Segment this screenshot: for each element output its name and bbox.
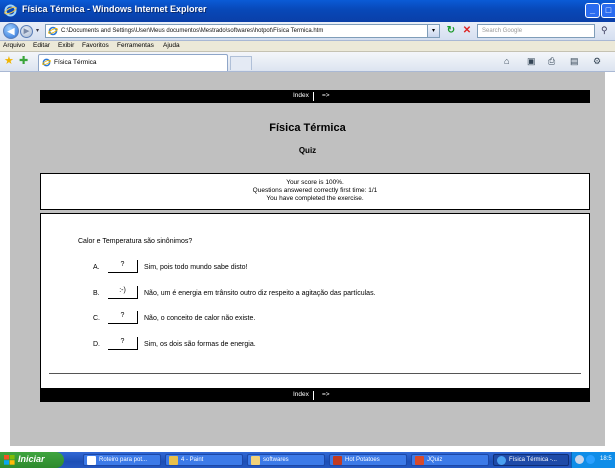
answer-c-button[interactable]: ?	[108, 311, 138, 324]
task-label: Roteiro para pot...	[99, 457, 148, 463]
window-titlebar: Física Térmica - Windows Internet Explor…	[0, 0, 615, 22]
start-label: Iniciar	[18, 454, 45, 464]
feeds-icon[interactable]: ▣	[527, 56, 536, 67]
menu-editar[interactable]: Editar	[33, 42, 50, 49]
bottom-nav-bar: Index =>	[40, 389, 590, 402]
paint-icon	[169, 456, 178, 465]
first-time-line: Questions answered correctly first time:…	[252, 187, 378, 194]
ie-logo-icon	[4, 4, 17, 17]
answer-text: Sim, os dois são formas de energia.	[144, 341, 256, 348]
answer-text: Sim, pois todo mundo sabe disto!	[144, 264, 248, 271]
ie-icon	[497, 456, 506, 465]
task-label: softwares	[263, 457, 289, 463]
menu-favoritos[interactable]: Favoritos	[82, 42, 109, 49]
minimize-icon: _	[589, 5, 595, 15]
tab-fisica-termica[interactable]: Física Térmica	[38, 54, 228, 71]
page-menu-icon[interactable]: ▤	[570, 56, 579, 67]
jquiz-icon	[415, 456, 424, 465]
minimize-button[interactable]: _	[585, 3, 600, 18]
address-dropdown-button[interactable]: ▾	[427, 25, 439, 37]
score-line: Your score is 100%.	[286, 179, 344, 186]
answer-text: Não, o conceito de calor não existe.	[144, 315, 256, 322]
answer-letter: A.	[93, 264, 100, 271]
answer-b-button[interactable]: :-)	[108, 286, 138, 299]
page-subtitle: Quiz	[298, 146, 317, 155]
task-label: Física Térmica -...	[509, 457, 557, 463]
maximize-button[interactable]: □	[601, 3, 615, 18]
ie-page-icon	[42, 58, 51, 67]
answer-text: Não, um é energia em trânsito outro diz …	[144, 290, 376, 297]
quiz-page: Index => Física Térmica Quiz Your score …	[10, 72, 605, 446]
back-arrow-icon: ◀	[7, 26, 15, 36]
search-input[interactable]: Search Google	[482, 28, 522, 34]
add-favorite-icon[interactable]: ✚	[19, 55, 28, 67]
next-link[interactable]: =>	[322, 92, 330, 99]
maximize-icon: □	[605, 5, 612, 15]
system-tray: 18:5	[571, 452, 615, 468]
hot-potatoes-icon	[333, 456, 342, 465]
window-title: Física Térmica - Windows Internet Explor…	[22, 4, 207, 14]
new-tab-button[interactable]	[230, 56, 252, 70]
answer-letter: B.	[93, 290, 100, 297]
menu-ajuda[interactable]: Ajuda	[163, 42, 180, 49]
divider	[49, 373, 581, 374]
word-document-icon	[87, 456, 96, 465]
taskbar: Iniciar Roteiro para pot... 4 - Paint so…	[0, 452, 615, 468]
back-button[interactable]: ◀	[3, 23, 19, 39]
windows-flag-icon	[4, 455, 15, 465]
task-label: Hot Potatoes	[345, 457, 380, 463]
completed-line: You have completed the exercise.	[266, 195, 364, 202]
print-icon[interactable]: ⎙	[548, 56, 555, 67]
top-nav-bar: Index =>	[40, 90, 590, 103]
menu-ferramentas[interactable]: Ferramentas	[117, 42, 154, 49]
task-label: JQuiz	[427, 457, 443, 463]
tray-network-icon[interactable]	[586, 455, 595, 464]
task-jquiz[interactable]: JQuiz	[411, 454, 489, 466]
address-toolbar: ◀ ▶ ▾ C:\Documents and Settings\User\Meu…	[0, 22, 615, 41]
index-link[interactable]: Index	[293, 92, 314, 101]
index-link[interactable]: Index	[293, 391, 314, 400]
address-bar[interactable]: C:\Documents and Settings\User\Meus docu…	[45, 24, 440, 38]
ie-page-icon	[48, 26, 58, 36]
folder-icon	[251, 456, 260, 465]
recent-pages-dropdown[interactable]: ▾	[36, 27, 39, 34]
task-softwares[interactable]: softwares	[247, 454, 325, 466]
menu-exibir[interactable]: Exibir	[58, 42, 74, 49]
tab-label: Física Térmica	[54, 59, 97, 66]
task-paint[interactable]: 4 - Paint	[165, 454, 243, 466]
task-fisica-termica[interactable]: Física Térmica -...	[493, 454, 569, 466]
search-icon[interactable]: ⚲	[601, 25, 613, 37]
answer-d-button[interactable]: ?	[108, 337, 138, 350]
score-feedback: Your score is 100%. Questions answered c…	[40, 173, 590, 210]
answer-letter: D.	[93, 341, 100, 348]
start-button[interactable]: Iniciar	[0, 452, 64, 468]
browser-viewport: Index => Física Térmica Quiz Your score …	[0, 72, 615, 452]
question-box: Calor e Temperatura são sinônimos? A. ? …	[40, 213, 590, 389]
menu-bar: Arquivo Editar Exibir Favoritos Ferramen…	[0, 41, 615, 52]
tools-menu-icon[interactable]: ⚙	[593, 56, 601, 67]
page-title: Física Térmica	[269, 122, 346, 134]
menu-arquivo[interactable]: Arquivo	[3, 42, 25, 49]
tab-bar: ★ ✚ Física Térmica ⌂ ▣ ⎙ ▤ ⚙	[0, 52, 615, 72]
stop-icon[interactable]: ✕	[461, 25, 473, 37]
clock: 18:5	[600, 456, 612, 462]
refresh-icon[interactable]: ↻	[444, 25, 458, 37]
task-label: 4 - Paint	[181, 457, 204, 463]
answer-letter: C.	[93, 315, 100, 322]
address-input[interactable]: C:\Documents and Settings\User\Meus docu…	[61, 28, 323, 34]
search-box[interactable]: Search Google	[477, 24, 595, 38]
question-text: Calor e Temperatura são sinônimos?	[78, 238, 193, 245]
forward-arrow-icon: ▶	[23, 28, 30, 35]
home-icon[interactable]: ⌂	[504, 56, 509, 67]
tray-clock-icon[interactable]	[575, 455, 584, 464]
answer-a-button[interactable]: ?	[108, 260, 138, 273]
next-link[interactable]: =>	[322, 391, 330, 398]
task-hot-potatoes[interactable]: Hot Potatoes	[329, 454, 407, 466]
favorites-star-icon[interactable]: ★	[4, 55, 14, 67]
task-roteiro[interactable]: Roteiro para pot...	[83, 454, 161, 466]
forward-button[interactable]: ▶	[20, 25, 33, 38]
